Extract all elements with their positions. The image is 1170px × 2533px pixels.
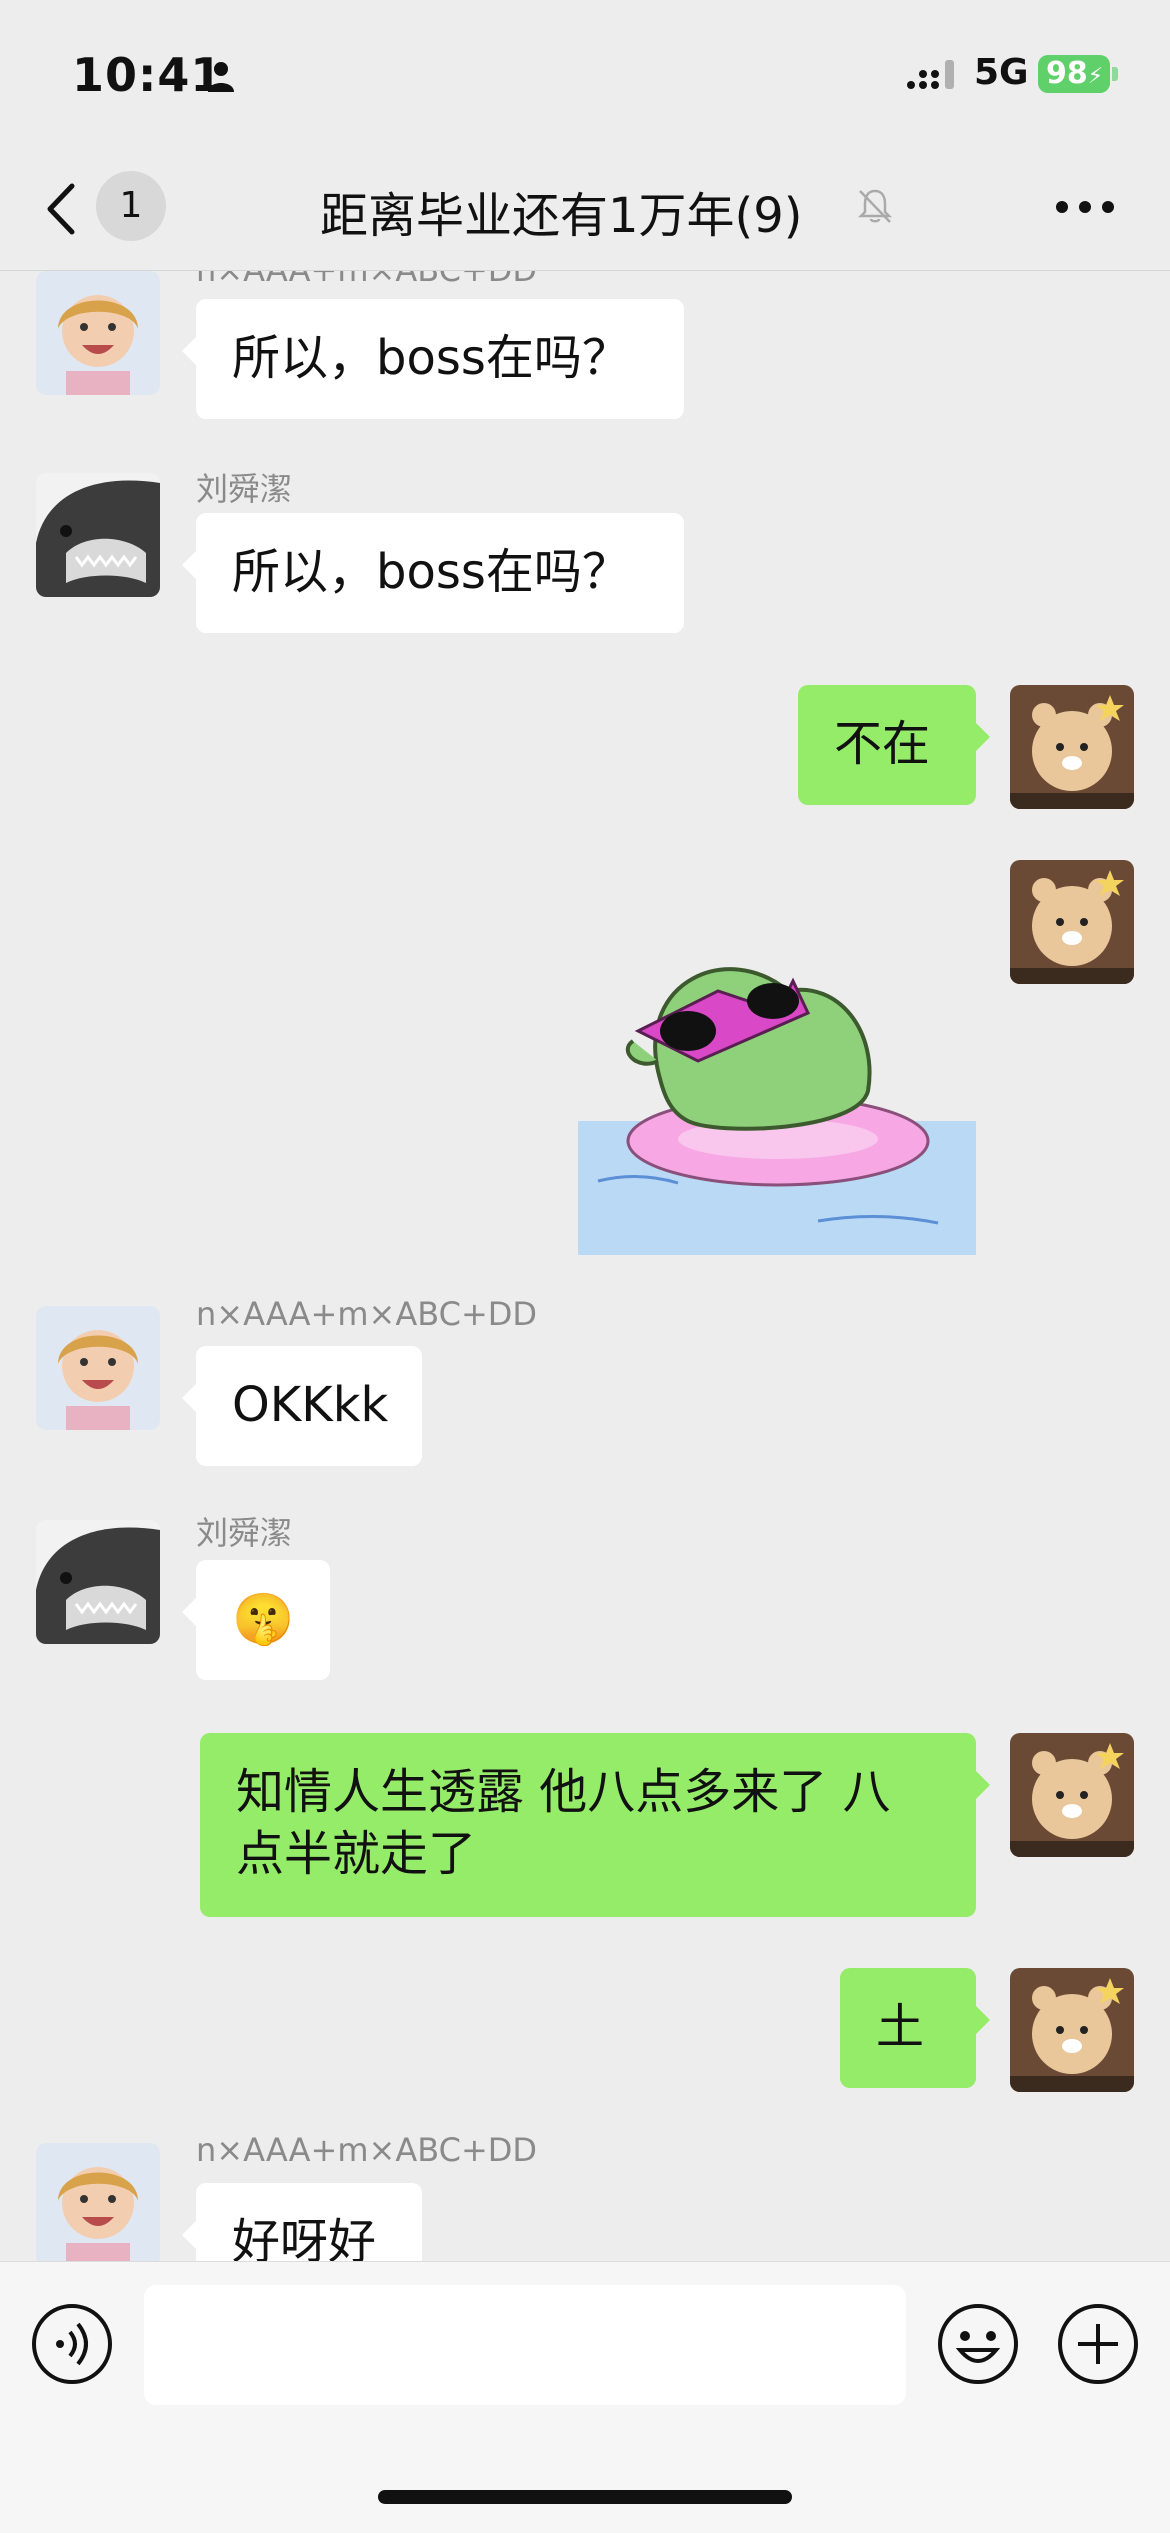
bear-avatar[interactable] [1010,860,1134,984]
chat-title[interactable]: 距离毕业还有1万年(9) [320,176,803,246]
unread-count-badge[interactable]: 1 [96,171,166,241]
bear-avatar[interactable] [1010,685,1134,809]
message-bubble[interactable]: 知情人生透露 他八点多来了 八 点半就走了 [200,1733,990,1917]
message-bubble[interactable]: 不在 [798,685,990,805]
sender-name: 刘舜潔 [196,1514,293,1552]
emoji-icon[interactable] [936,2302,1020,2386]
signal-icon [907,60,954,89]
battery-level: 98 [1046,56,1088,91]
status-bar: 10:41 5G 98⚡ [0,0,1170,150]
more-options-icon[interactable] [1055,200,1115,214]
battery-tip [1112,67,1118,81]
sender-name: n×AAA+m×ABC+DD [196,1295,538,1333]
voice-input-icon[interactable] [30,2302,114,2386]
message-text: 不在 [834,716,931,772]
bear-avatar[interactable] [1010,1968,1134,2092]
girl-avatar[interactable] [36,1306,160,1430]
message-bubble[interactable]: 所以，boss在吗？ [182,299,684,419]
message-text: 所以，boss在吗？ [232,330,630,386]
message-text-line: 知情人生透露 他八点多来了 八 [236,1764,891,1820]
message-bubble[interactable]: 土 [840,1968,990,2088]
message-text-line: 点半就走了 [236,1826,477,1882]
person-icon [208,62,234,92]
home-indicator[interactable] [378,2490,792,2504]
emoji-shush: 🤫 [232,1590,295,1648]
message-input[interactable] [144,2285,906,2405]
shark-avatar[interactable] [36,1520,160,1644]
message-bubble[interactable]: 好呀好 [182,2183,422,2261]
muted-bell-icon [857,189,893,223]
frog-sunglasses-sticker[interactable] [578,921,976,1255]
message-text: 所以，boss在吗？ [232,544,630,600]
sender-name: n×AAA+m×ABC+DD [196,271,537,289]
message-bubble[interactable]: OKKkk [182,1346,422,1466]
status-time: 10:41 [72,48,224,102]
message-list[interactable]: n×AAA+m×ABC+DD 所以，boss在吗？ 刘舜潔 所以，boss在吗？ [0,271,1170,2261]
girl-avatar[interactable] [36,2143,160,2261]
message-bubble[interactable]: 所以，boss在吗？ [182,513,684,633]
message-bubble[interactable]: 🤫 [182,1560,330,1680]
network-type: 5G [974,52,1029,93]
message-text: 土 [876,1999,925,2055]
girl-avatar[interactable] [36,271,160,395]
back-chevron-icon[interactable] [44,180,78,238]
message-text: OKKkk [232,1377,389,1433]
charging-icon: ⚡ [1087,64,1104,89]
message-text: 好呀好 [232,2214,377,2261]
plus-icon[interactable] [1056,2302,1140,2386]
bear-avatar[interactable] [1010,1733,1134,1857]
battery-indicator: 98⚡ [1038,55,1110,93]
sender-name: n×AAA+m×ABC+DD [196,2131,538,2169]
shark-avatar[interactable] [36,473,160,597]
sender-name: 刘舜潔 [196,470,293,508]
